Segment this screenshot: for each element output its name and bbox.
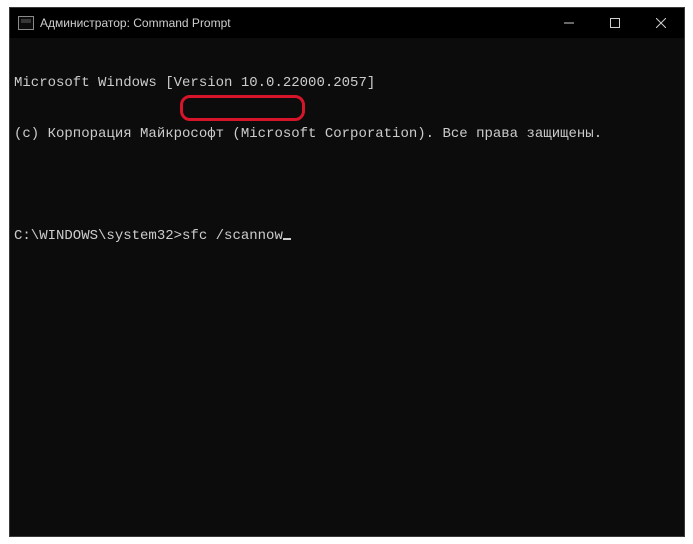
copyright-line: (c) Корпорация Майкрософт (Microsoft Cor… — [14, 126, 680, 143]
terminal-output[interactable]: Microsoft Windows [Version 10.0.22000.20… — [10, 38, 684, 536]
close-button[interactable] — [638, 8, 684, 38]
minimize-button[interactable] — [546, 8, 592, 38]
prompt-text: C:\WINDOWS\system32> — [14, 228, 182, 244]
command-prompt-window: Администратор: Command Prompt Microsoft … — [9, 7, 685, 537]
command-text: sfc /scannow — [182, 228, 283, 244]
title-left: Администратор: Command Prompt — [10, 16, 546, 30]
prompt-line: C:\WINDOWS\system32>sfc /scannow — [14, 228, 680, 245]
annotation-highlight — [180, 95, 305, 121]
blank-line — [14, 177, 680, 194]
window-controls — [546, 8, 684, 38]
titlebar[interactable]: Администратор: Command Prompt — [10, 8, 684, 38]
maximize-button[interactable] — [592, 8, 638, 38]
cursor — [283, 238, 291, 240]
cmd-icon — [18, 16, 34, 30]
window-title: Администратор: Command Prompt — [40, 16, 231, 30]
version-line: Microsoft Windows [Version 10.0.22000.20… — [14, 75, 680, 92]
